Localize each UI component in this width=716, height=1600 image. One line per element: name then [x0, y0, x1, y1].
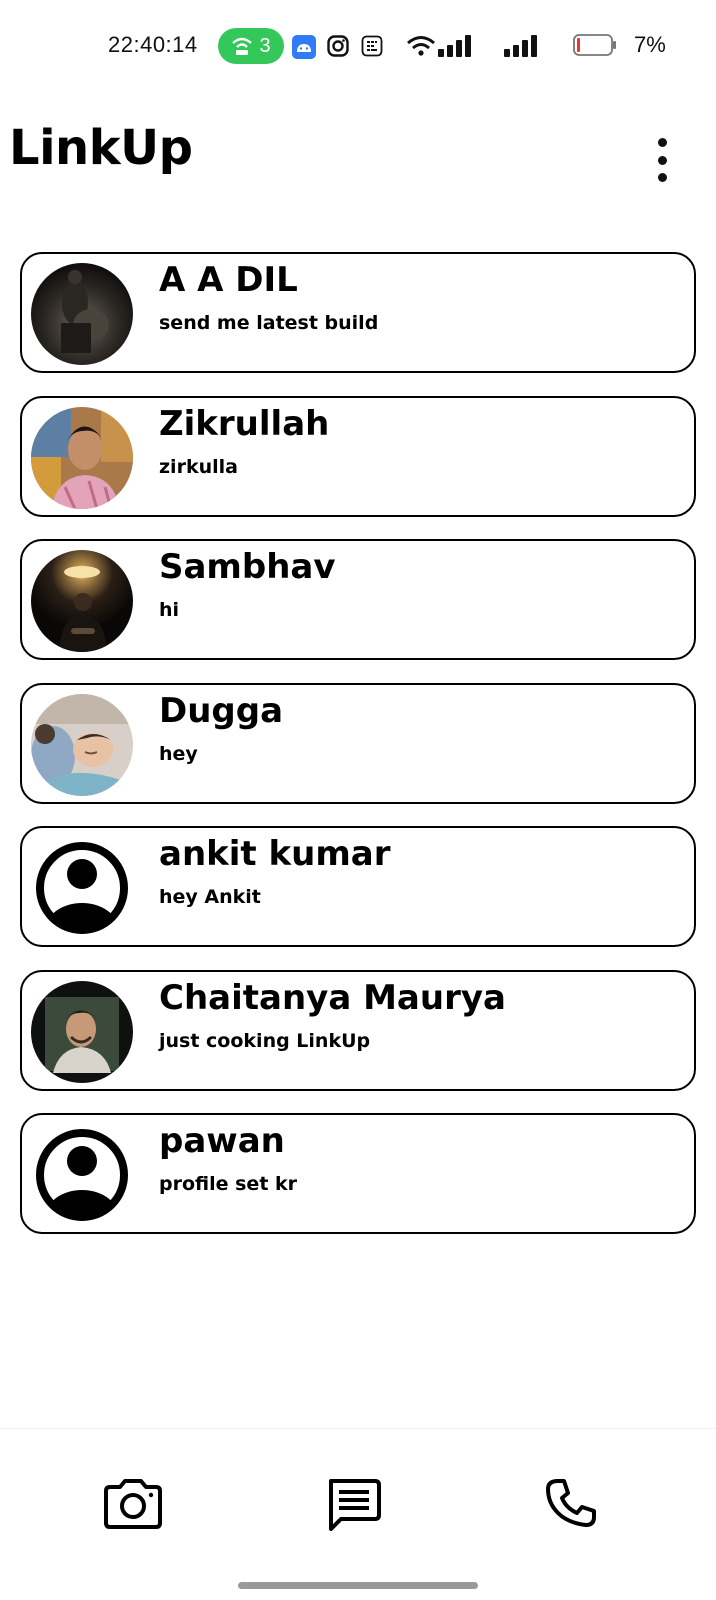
menu-dot	[657, 138, 667, 147]
avatar[interactable]	[31, 1124, 133, 1226]
default-user-icon	[36, 1129, 128, 1221]
home-indicator[interactable]	[238, 1582, 478, 1589]
last-message: hey	[159, 742, 198, 765]
avatar[interactable]	[31, 980, 133, 1083]
avatar[interactable]	[31, 837, 133, 939]
avatar[interactable]	[31, 406, 133, 509]
phone-icon	[546, 1479, 596, 1527]
contact-name: Chaitanya Maurya	[159, 977, 506, 1018]
wifi-icon	[407, 36, 435, 56]
chat-list-item[interactable]: A A DIL send me latest build	[20, 252, 696, 373]
chat-icon	[329, 1479, 381, 1531]
camera-icon	[104, 1479, 162, 1529]
instagram-icon	[327, 35, 349, 57]
bottom-navigation	[0, 1428, 716, 1548]
chats-button[interactable]	[318, 1469, 388, 1539]
chat-list: A A DIL send me latest build Zikrullah z…	[20, 252, 696, 1257]
hotspot-count: 3	[259, 34, 271, 57]
contact-name: Sambhav	[159, 547, 336, 587]
app-title: LinkUp	[9, 120, 193, 176]
chat-list-item[interactable]: Zikrullah zirkulla	[20, 395, 696, 517]
last-message: profile set kr	[159, 1173, 298, 1195]
contact-name: Zikrullah	[159, 403, 330, 444]
last-message: hi	[159, 599, 180, 621]
signal-icon	[438, 35, 471, 57]
contact-name: pawan	[159, 1121, 285, 1161]
contact-name: A A DIL	[159, 260, 298, 300]
avatar[interactable]	[31, 550, 133, 652]
chat-list-item[interactable]: Chaitanya Maurya just cooking LinkUp	[20, 969, 696, 1091]
menu-dot	[657, 155, 667, 165]
last-message: just cooking LinkUp	[159, 1029, 371, 1052]
avatar[interactable]	[31, 263, 133, 365]
contact-name: Dugga	[159, 690, 284, 731]
status-time: 22:40:14	[108, 32, 198, 57]
chat-list-item[interactable]: ankit kumar hey Ankit	[20, 826, 696, 947]
android-icon	[292, 35, 316, 59]
battery-icon	[573, 34, 616, 56]
last-message: send me latest build	[159, 312, 379, 334]
calls-button[interactable]	[536, 1469, 606, 1539]
chat-list-item[interactable]: Sambhav hi	[20, 539, 696, 660]
avatar[interactable]	[31, 693, 133, 796]
chat-list-item[interactable]: pawan profile set kr	[20, 1113, 696, 1234]
status-bar: 22:40:14 3 7%	[0, 0, 716, 92]
camera-button[interactable]	[98, 1469, 168, 1539]
hotspot-icon	[232, 37, 253, 55]
battery-percent: 7%	[634, 32, 666, 57]
last-message: zirkulla	[159, 455, 238, 478]
last-message: hey Ankit	[159, 886, 261, 908]
menu-dot	[657, 173, 667, 182]
sim-toolkit-icon	[361, 35, 383, 57]
default-user-icon	[36, 842, 128, 934]
chat-list-item[interactable]: Dugga hey	[20, 682, 696, 804]
signal-icon	[504, 35, 537, 57]
hotspot-badge: 3	[218, 28, 284, 64]
overflow-menu-button[interactable]	[652, 138, 672, 182]
contact-name: ankit kumar	[159, 834, 391, 874]
